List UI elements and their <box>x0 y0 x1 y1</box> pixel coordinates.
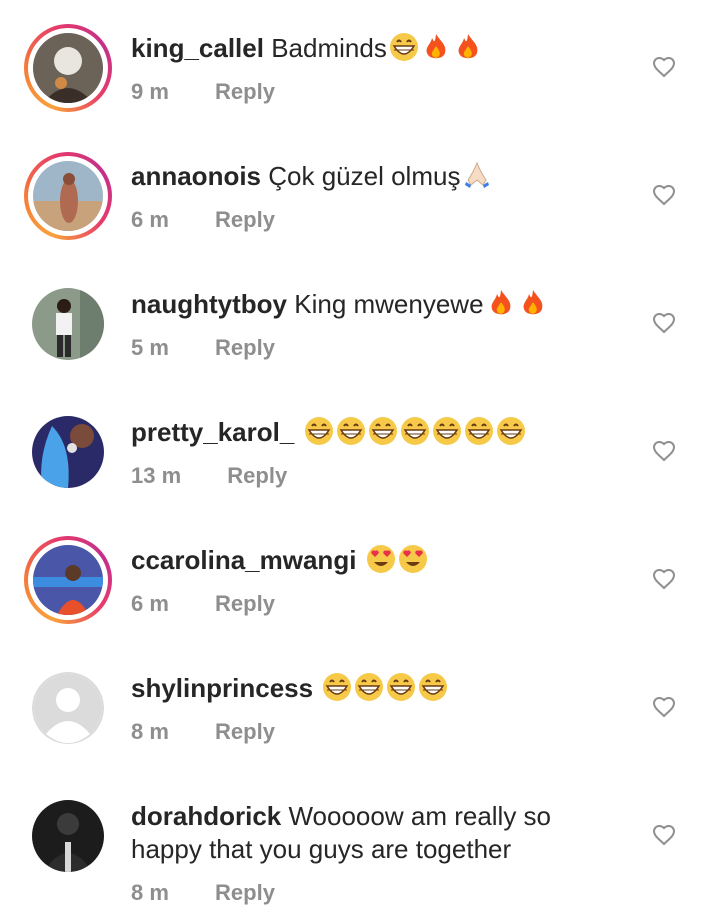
grin-icon <box>400 416 430 446</box>
like-heart-icon[interactable] <box>652 55 676 79</box>
grin-icon <box>418 672 448 702</box>
avatar[interactable] <box>24 24 112 112</box>
grin-icon <box>464 416 494 446</box>
grin-icon <box>336 416 366 446</box>
username[interactable]: pretty_karol_ <box>131 417 294 447</box>
grin-icon <box>432 416 462 446</box>
fire-icon <box>421 32 451 62</box>
avatar[interactable] <box>24 664 112 752</box>
avatar-photo <box>32 288 104 360</box>
timestamp: 8 m <box>131 719 169 744</box>
like-heart-icon[interactable] <box>652 311 676 335</box>
comment-text: ccarolina_mwangi <box>131 544 601 577</box>
comment-text: naughtytboy King mwenyewe <box>131 288 601 321</box>
grin-icon <box>354 672 384 702</box>
grin-icon <box>368 416 398 446</box>
like-heart-icon[interactable] <box>652 823 676 847</box>
comment-text: dorahdorick Wooooow am really so happy t… <box>131 800 601 866</box>
timestamp: 9 m <box>131 79 169 104</box>
username[interactable]: king_callel <box>131 33 264 63</box>
fire-icon <box>486 288 516 318</box>
default-avatar-icon <box>32 672 104 744</box>
avatar[interactable] <box>24 408 112 496</box>
username[interactable]: dorahdorick <box>131 801 281 831</box>
username[interactable]: annaonois <box>131 161 261 191</box>
comment-meta: 8 m Reply <box>131 880 275 906</box>
like-heart-icon[interactable] <box>652 567 676 591</box>
username[interactable]: naughtytboy <box>131 289 287 319</box>
like-heart-icon[interactable] <box>652 695 676 719</box>
reply-button[interactable]: Reply <box>215 79 275 105</box>
comment-body: Badminds <box>271 33 387 63</box>
avatar-photo <box>32 800 104 872</box>
avatar[interactable] <box>24 536 112 624</box>
comment-text: shylinprincess <box>131 672 601 705</box>
avatar[interactable] <box>24 792 112 880</box>
like-heart-icon[interactable] <box>652 439 676 463</box>
timestamp: 13 m <box>131 463 182 488</box>
avatar[interactable] <box>24 280 112 368</box>
heart-eyes-icon <box>366 544 396 574</box>
comment-meta: 9 m Reply <box>131 79 275 105</box>
timestamp: 6 m <box>131 207 169 232</box>
avatar-photo <box>33 33 103 103</box>
comment-body: Çok güzel olmuş <box>268 161 461 191</box>
comment-text: annaonois Çok güzel olmuş <box>131 160 601 193</box>
reply-button[interactable]: Reply <box>215 719 275 745</box>
avatar[interactable] <box>24 152 112 240</box>
timestamp: 6 m <box>131 591 169 616</box>
timestamp: 8 m <box>131 880 169 905</box>
heart-eyes-icon <box>398 544 428 574</box>
comment-meta: 6 m Reply <box>131 207 275 233</box>
avatar-photo <box>33 161 103 231</box>
comment-text: pretty_karol_ <box>131 416 601 449</box>
grin-icon <box>304 416 334 446</box>
comment-text: king_callel Badminds <box>131 32 601 65</box>
comment-meta: 5 m Reply <box>131 335 275 361</box>
username[interactable]: ccarolina_mwangi <box>131 545 356 575</box>
avatar-photo <box>32 416 104 488</box>
comment-meta: 6 m Reply <box>131 591 275 617</box>
reply-button[interactable]: Reply <box>215 591 275 617</box>
timestamp: 5 m <box>131 335 169 360</box>
fire-icon <box>453 32 483 62</box>
fire-icon <box>518 288 548 318</box>
grin-icon <box>322 672 352 702</box>
comment-meta: 8 m Reply <box>131 719 275 745</box>
praying-hands-icon <box>462 160 492 190</box>
reply-button[interactable]: Reply <box>227 463 287 489</box>
reply-button[interactable]: Reply <box>215 880 275 906</box>
reply-button[interactable]: Reply <box>215 335 275 361</box>
like-heart-icon[interactable] <box>652 183 676 207</box>
grin-icon <box>496 416 526 446</box>
comment-meta: 13 m Reply <box>131 463 287 489</box>
grin-icon <box>386 672 416 702</box>
username[interactable]: shylinprincess <box>131 673 313 703</box>
comment-body: King mwenyewe <box>294 289 484 319</box>
grin-icon <box>389 32 419 62</box>
reply-button[interactable]: Reply <box>215 207 275 233</box>
avatar-photo <box>33 545 103 615</box>
